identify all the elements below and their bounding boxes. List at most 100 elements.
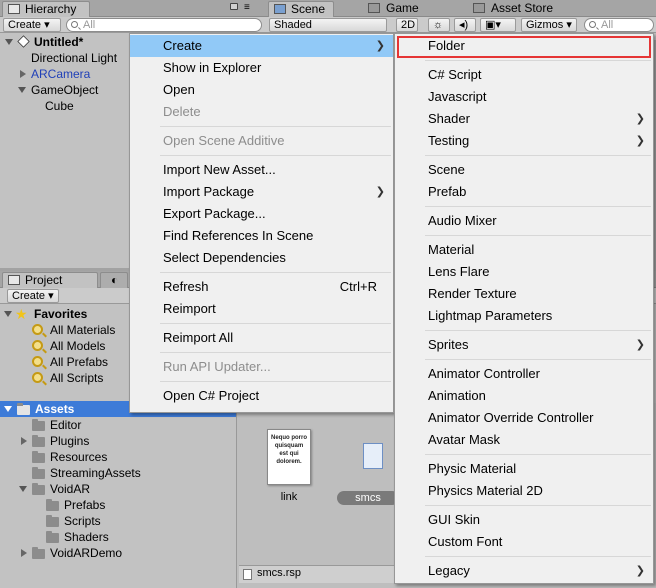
submenu-item-material[interactable]: Material (395, 239, 653, 261)
submenu-item-physic-material[interactable]: Physic Material (395, 458, 653, 480)
favorite-item-label: All Models (50, 339, 106, 353)
submenu-item-testing[interactable]: Testing ❯ (395, 130, 653, 152)
hierarchy-item-label: ARCamera (31, 67, 91, 81)
hierarchy-toolbar: Create ▾ All (0, 17, 266, 33)
menu-separator (425, 206, 651, 207)
menu-item-label: Create (163, 38, 203, 53)
game-icon (368, 3, 380, 13)
submenu-item-shader[interactable]: Shader ❯ (395, 108, 653, 130)
menu-separator (160, 126, 391, 127)
highlight-box (397, 36, 651, 58)
expand-down-icon[interactable] (18, 87, 26, 93)
expand-down-icon[interactable] (5, 39, 13, 45)
scene-search-placeholder: All (601, 19, 614, 31)
submenu-item-javascript[interactable]: Javascript (395, 86, 653, 108)
menu-item-label: Render Texture (428, 286, 517, 301)
submenu-item-gui-skin[interactable]: GUI Skin (395, 509, 653, 531)
asset-file-smcs[interactable]: smcs (337, 443, 399, 523)
submenu-item-scene[interactable]: Scene (395, 159, 653, 181)
menu-item-export-package[interactable]: Export Package... (130, 203, 393, 225)
submenu-item-avatar-mask[interactable]: Avatar Mask (395, 429, 653, 451)
menu-item-label: Reimport All (163, 330, 234, 345)
folder-icon (46, 499, 59, 511)
gizmos-dropdown[interactable]: Gizmos ▾ (521, 18, 577, 32)
menu-item-import-package[interactable]: Import Package ❯ (130, 181, 393, 203)
hierarchy-create-button[interactable]: Create ▾ (3, 18, 61, 32)
expand-down-icon[interactable] (4, 406, 12, 412)
submenu-arrow-icon: ❯ (375, 40, 385, 52)
menu-item-find-references[interactable]: Find References In Scene (130, 225, 393, 247)
expand-down-icon[interactable] (4, 311, 12, 317)
audio-toggle-button[interactable]: ◂) (454, 18, 476, 32)
submenu-item-animator-override-controller[interactable]: Animator Override Controller (395, 407, 653, 429)
hierarchy-search-input[interactable]: All (66, 18, 262, 32)
expand-down-icon[interactable] (19, 486, 27, 492)
folder-icon (17, 403, 30, 415)
tab-scene[interactable]: Scene (268, 1, 334, 17)
submenu-item-lens-flare[interactable]: Lens Flare (395, 261, 653, 283)
shading-mode-dropdown[interactable]: Shaded (269, 18, 387, 32)
asset-folder-label: VoidAR (50, 482, 91, 496)
tab-hierarchy-label: Hierarchy (25, 2, 77, 16)
menu-separator (425, 155, 651, 156)
menu-item-create[interactable]: Create ❯ (130, 35, 393, 57)
menu-item-shortcut: Ctrl+R (339, 279, 377, 294)
submenu-item-render-texture[interactable]: Render Texture (395, 283, 653, 305)
expand-right-icon[interactable] (21, 437, 27, 445)
submenu-item-csharp-script[interactable]: C# Script (395, 64, 653, 86)
effects-dropdown[interactable]: ▣▾ (480, 18, 516, 32)
tab-game[interactable]: Game (366, 1, 476, 17)
submenu-item-sprites[interactable]: Sprites ❯ (395, 334, 653, 356)
menu-item-refresh[interactable]: Refresh Ctrl+R (130, 276, 393, 298)
menu-separator (160, 155, 391, 156)
menu-item-label: Audio Mixer (428, 213, 497, 228)
favorite-item-label: All Materials (50, 323, 116, 337)
search-icon (589, 21, 596, 28)
asset-list-item[interactable]: smcs.rsp (239, 565, 399, 583)
menu-item-import-new-asset[interactable]: Import New Asset... (130, 159, 393, 181)
menu-item-select-dependencies[interactable]: Select Dependencies (130, 247, 393, 269)
asset-folder-label: Prefabs (64, 498, 106, 512)
hierarchy-item-label: Cube (45, 99, 74, 113)
menu-item-reimport[interactable]: Reimport (130, 298, 393, 320)
asset-file-link[interactable]: Nequo porro quisquam est qui dolorem. li… (261, 429, 321, 509)
submenu-item-audio-mixer[interactable]: Audio Mixer (395, 210, 653, 232)
hierarchy-item-label: GameObject (31, 83, 99, 97)
menu-item-label: Avatar Mask (428, 432, 501, 447)
submenu-item-custom-font[interactable]: Custom Font (395, 531, 653, 553)
saved-search-icon (32, 324, 43, 335)
expand-right-icon[interactable] (21, 549, 27, 557)
lighting-toggle-button[interactable]: ☼ (428, 18, 450, 32)
submenu-item-legacy[interactable]: Legacy ❯ (395, 560, 653, 582)
tab-console[interactable]: ◐ (100, 272, 128, 288)
lock-icon[interactable] (230, 3, 238, 10)
menu-item-open-scene-additive: Open Scene Additive (130, 130, 393, 152)
expand-right-icon[interactable] (20, 70, 26, 78)
image-icon: ▣▾ (485, 19, 501, 31)
submenu-item-prefab[interactable]: Prefab (395, 181, 653, 203)
menu-item-open-csharp-project[interactable]: Open C# Project (130, 385, 393, 407)
submenu-item-animator-controller[interactable]: Animator Controller (395, 363, 653, 385)
submenu-item-animation[interactable]: Animation (395, 385, 653, 407)
menu-item-open[interactable]: Open (130, 79, 393, 101)
mode-2d-button[interactable]: 2D (396, 18, 418, 32)
menu-separator (160, 323, 391, 324)
folder-icon (32, 547, 45, 559)
scene-search-input[interactable]: All (584, 18, 654, 32)
tab-project[interactable]: Project (2, 272, 98, 288)
folder-icon (32, 451, 45, 463)
tab-hierarchy[interactable]: Hierarchy (2, 1, 90, 17)
document-icon (363, 443, 383, 469)
tab-asset-store[interactable]: Asset Store (471, 1, 581, 17)
menu-item-label: Animation (428, 388, 486, 403)
menu-item-reimport-all[interactable]: Reimport All (130, 327, 393, 349)
asset-folder-label: Editor (50, 418, 82, 432)
menu-separator (160, 352, 391, 353)
submenu-item-physics-material-2d[interactable]: Physics Material 2D (395, 480, 653, 502)
menu-item-show-in-explorer[interactable]: Show in Explorer (130, 57, 393, 79)
panel-menu-icon[interactable]: ≡ (244, 3, 250, 13)
menu-item-run-api-updater: Run API Updater... (130, 356, 393, 378)
submenu-item-lightmap-parameters[interactable]: Lightmap Parameters (395, 305, 653, 327)
menu-separator (425, 359, 651, 360)
project-create-button[interactable]: Create ▾ (7, 289, 59, 303)
